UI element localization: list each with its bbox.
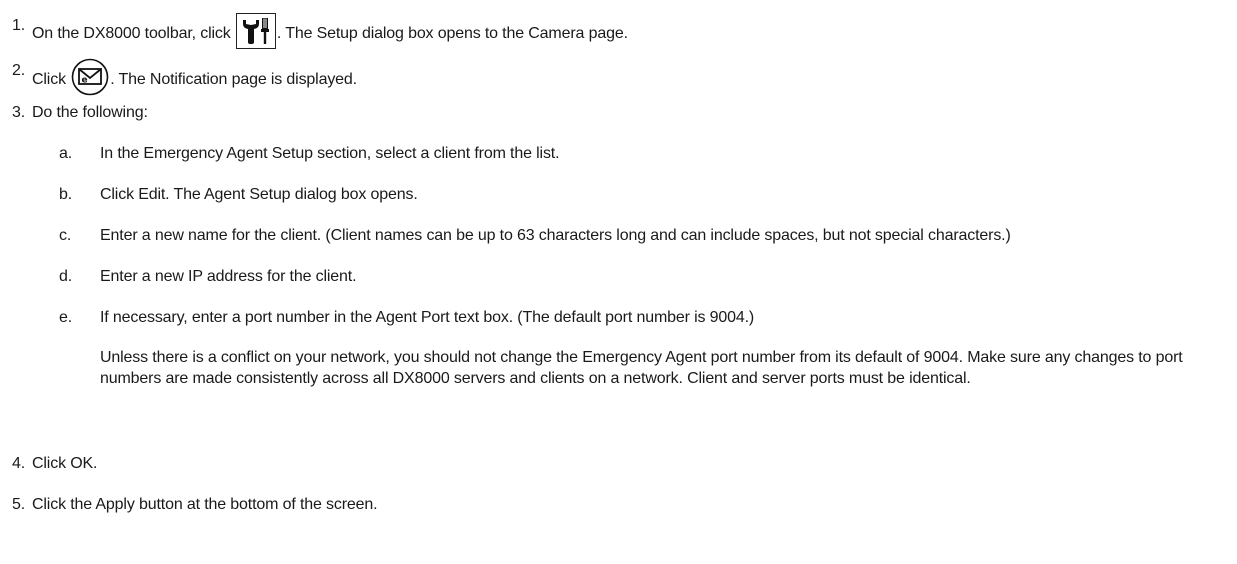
substep-text: If necessary, enter a port number in the… xyxy=(100,309,755,326)
step-text: Click OK. xyxy=(32,455,98,472)
step-text: Do the following: xyxy=(32,104,148,121)
substep-letter: a. xyxy=(59,145,73,162)
step-number: 4. xyxy=(12,455,26,472)
svg-text:e: e xyxy=(82,76,88,86)
substep-text: In the Emergency Agent Setup section, se… xyxy=(100,145,560,162)
step-number: 3. xyxy=(12,104,26,121)
substep-letter: c. xyxy=(59,227,72,244)
substep-text: Enter a new IP address for the client. xyxy=(100,268,357,285)
step-text: Click the Apply button at the bottom of … xyxy=(32,496,378,513)
step-number: 5. xyxy=(12,496,26,513)
step-text-after: . The Notification page is displayed. xyxy=(110,71,357,89)
step-text: On the DX8000 toolbar, click xyxy=(32,25,231,43)
setup-tools-icon xyxy=(235,13,276,49)
substep-text: Click Edit. The Agent Setup dialog box o… xyxy=(100,186,418,203)
step-text: Click xyxy=(32,71,66,89)
substep-letter: b. xyxy=(59,186,73,203)
note-paragraph: Unless there is a conflict on your netwo… xyxy=(100,349,1183,387)
step-text-after: . The Setup dialog box opens to the Came… xyxy=(276,25,628,43)
notification-email-icon: e xyxy=(71,58,109,96)
step-number: 2. xyxy=(12,62,26,79)
substep-letter: d. xyxy=(59,268,73,285)
substep-text: Enter a new name for the client. (Client… xyxy=(100,227,1011,244)
step-number: 1. xyxy=(12,17,26,34)
substep-letter: e. xyxy=(59,309,73,326)
